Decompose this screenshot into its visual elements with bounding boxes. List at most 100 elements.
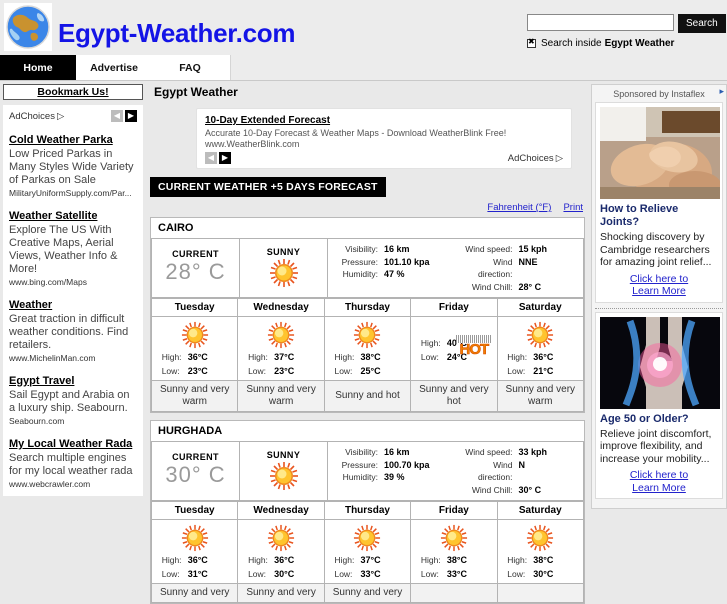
- cta-line-1: Click here to: [629, 469, 689, 481]
- forecast-cell: High: 37°C Low: 33°C: [323, 519, 412, 584]
- forecast-table-cairo: Tuesday Wednesday Thursday Friday Saturd…: [150, 298, 585, 412]
- search-scope-site: Egypt Weather: [604, 38, 675, 49]
- print-link[interactable]: Print: [563, 202, 583, 213]
- current-temp-cell: CURRENT 28° C: [151, 238, 240, 298]
- left-ad-5-url: www.webcrawler.com: [9, 479, 91, 489]
- unit-and-print-links: Fahrenheit (°F) Print: [150, 201, 583, 213]
- left-ad-2-url: www.bing.com/Maps: [9, 277, 87, 287]
- sun-icon: [240, 258, 327, 288]
- search-button[interactable]: Search: [678, 14, 726, 33]
- chevron-left-icon[interactable]: ◀: [111, 110, 123, 122]
- sun-icon: [325, 321, 410, 349]
- left-ad-4-title[interactable]: Egypt Travel: [9, 375, 137, 388]
- bookmark-us-link[interactable]: Bookmark Us!: [37, 86, 108, 98]
- right-ad-2[interactable]: Age 50 or Older? Relieve joint discomfor…: [595, 311, 723, 499]
- left-ad-2-desc: Explore The US With Creative Maps, Aeria…: [9, 224, 118, 275]
- day-header: Saturday: [496, 501, 585, 520]
- chevron-right-icon[interactable]: ▶: [219, 152, 231, 164]
- adchoices-icon[interactable]: ▸: [719, 86, 724, 97]
- sun-icon: [325, 524, 410, 552]
- cta-line-2: Learn More: [632, 481, 686, 494]
- high-value: 36°C: [187, 352, 208, 362]
- high-key: High:: [507, 555, 528, 565]
- bookmark-us-box[interactable]: Bookmark Us!: [3, 84, 143, 100]
- left-ad-5-title[interactable]: My Local Weather Rada: [9, 438, 137, 451]
- low-value: 33°C: [446, 569, 467, 579]
- forecast-cell: High: 36°C Low: 31°C: [150, 519, 239, 584]
- forecast-desc: Sunny and very warm: [150, 380, 239, 412]
- fahrenheit-link[interactable]: Fahrenheit (°F): [487, 202, 551, 213]
- left-ad-4[interactable]: Egypt Travel Sail Egypt and Arabia on a …: [9, 375, 137, 427]
- nav-item-home[interactable]: Home: [0, 55, 76, 80]
- sun-icon: [411, 524, 496, 552]
- wind-direction-value: N: [518, 459, 526, 470]
- sponsor-label: Sponsored by Instaflex: [613, 89, 705, 99]
- nav-item-faq[interactable]: FAQ: [152, 55, 228, 80]
- chevron-left-icon[interactable]: ◀: [205, 152, 217, 164]
- low-key: Low:: [507, 366, 526, 376]
- current-condition-label: SUNNY: [266, 450, 301, 460]
- low-key: Low:: [248, 569, 267, 579]
- adchoices-icon[interactable]: ▷: [57, 111, 64, 122]
- day-header: Tuesday: [150, 501, 239, 520]
- left-ad-3-title[interactable]: Weather: [9, 299, 137, 312]
- low-value: 21°C: [533, 366, 554, 376]
- search-input[interactable]: [527, 14, 674, 31]
- low-value: 23°C: [187, 366, 208, 376]
- current-temperature: 28° C: [165, 258, 226, 284]
- forecast-desc: Sunny and very: [237, 583, 325, 603]
- section-bar: CURRENT WEATHER +5 DAYS FORECAST: [150, 177, 386, 197]
- high-key: High:: [248, 555, 268, 565]
- day-header: Wednesday: [237, 298, 325, 317]
- day-header: Tuesday: [150, 298, 239, 317]
- forecast-cell: High: 38°C Low: 33°C: [410, 519, 498, 584]
- visibility-key: Visibility:: [345, 244, 378, 254]
- weather-table-cairo: CURRENT 28° C SUNNY Visibility: 16 km Pr…: [151, 238, 584, 298]
- top-ad-adchoices-text: AdChoices: [507, 152, 554, 164]
- chevron-right-icon[interactable]: ▶: [125, 110, 137, 122]
- right-ad-1-cta[interactable]: Click here to Learn More: [600, 273, 718, 298]
- nav-item-advertise[interactable]: Advertise: [76, 55, 152, 80]
- left-ad-arrows: ◀ ▶: [111, 110, 137, 122]
- wind-speed-value: 33 kph: [518, 447, 548, 457]
- day-header: Friday: [410, 298, 498, 317]
- current-label: CURRENT: [172, 451, 219, 462]
- search-scope-checkbox[interactable]: [527, 37, 536, 48]
- current-temperature: 30° C: [165, 461, 226, 487]
- forecast-day-header-row: Tuesday Wednesday Thursday Friday Saturd…: [150, 298, 585, 317]
- site-header: Egypt-Weather.com Search Search inside E…: [0, 0, 727, 55]
- forecast-desc: Sunny and very: [323, 583, 412, 603]
- search-scope-label: Search inside: [541, 38, 602, 49]
- forecast-desc: Sunny and very: [150, 583, 239, 603]
- left-ad-2-title[interactable]: Weather Satellite: [9, 210, 137, 223]
- top-banner-ad[interactable]: 10-Day Extended Forecast Accurate 10-Day…: [196, 108, 572, 169]
- high-key: High:: [507, 352, 528, 362]
- top-ad-adchoices[interactable]: AdChoices ▷: [508, 153, 563, 164]
- city-card-hurghada: HURGHADA CURRENT 30° C SUNNY Visibility:…: [150, 420, 585, 604]
- pressure-key: Pressure:: [341, 459, 378, 470]
- left-ad-2[interactable]: Weather Satellite Explore The US With Cr…: [9, 210, 137, 288]
- search-scope-row[interactable]: Search inside Egypt Weather: [527, 37, 717, 49]
- sun-icon: [498, 321, 583, 349]
- adchoices-icon[interactable]: ▷: [556, 153, 563, 164]
- site-title: Egypt-Weather.com: [58, 18, 296, 48]
- forecast-day-header-row: Tuesday Wednesday Thursday Friday Saturd…: [150, 501, 585, 520]
- left-ad-1-title[interactable]: Cold Weather Parka: [9, 134, 137, 147]
- cta-line-2: Learn More: [632, 285, 686, 297]
- left-ad-5-desc: Search multiple engines for my local wea…: [9, 452, 133, 477]
- left-ad-1[interactable]: Cold Weather Parka Low Priced Parkas in …: [9, 134, 137, 199]
- right-ad-1-head: How to Relieve Joints?: [600, 203, 679, 228]
- left-ad-3[interactable]: Weather Great traction in difficult weat…: [9, 299, 137, 364]
- wind-chill-value: 30° C: [518, 484, 542, 495]
- left-ad-1-desc: Low Priced Parkas in Many Styles Wide Va…: [9, 148, 134, 186]
- top-ad-url: www.WeatherBlink.com: [205, 139, 300, 149]
- wind-direction-value: NNE: [518, 256, 538, 267]
- right-ad-1[interactable]: How to Relieve Joints? Shocking discover…: [595, 102, 723, 303]
- adchoices-label[interactable]: AdChoices ▷: [9, 111, 64, 122]
- current-conditions-row: CURRENT 30° C SUNNY Visibility: 16 km Pr…: [151, 441, 584, 501]
- left-ad-5[interactable]: My Local Weather Rada Search multiple en…: [9, 438, 137, 490]
- high-value: 38°C: [446, 555, 467, 565]
- right-ad-2-cta[interactable]: Click here to Learn More: [600, 469, 718, 494]
- top-ad-title[interactable]: 10-Day Extended Forecast: [205, 115, 330, 126]
- low-key: Low:: [161, 366, 180, 376]
